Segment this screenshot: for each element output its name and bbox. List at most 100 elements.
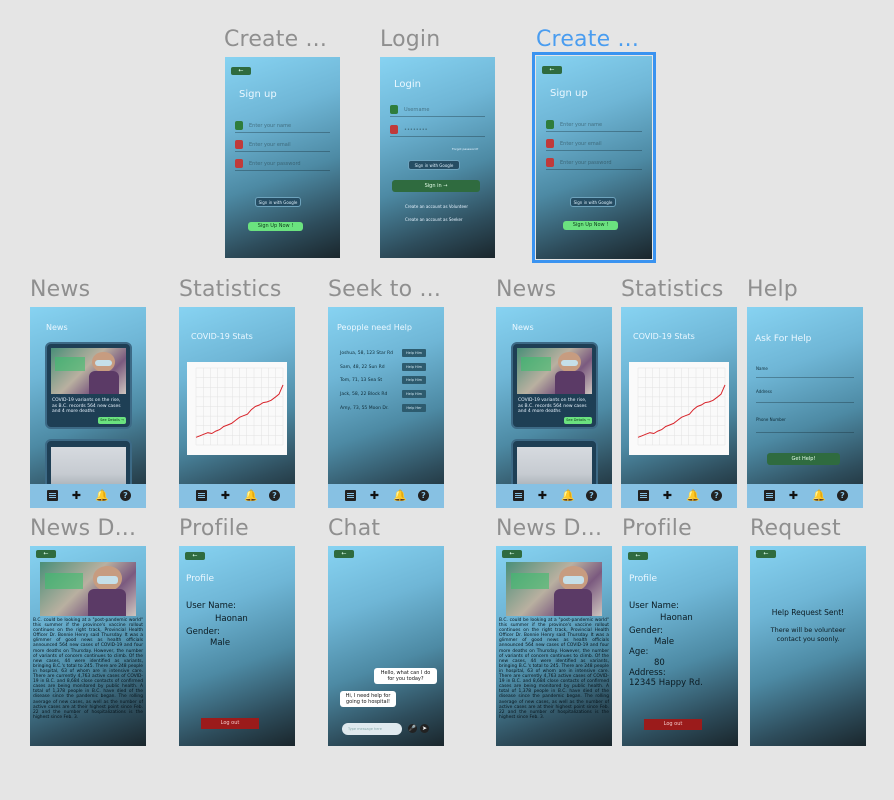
bell-icon[interactable]: 🔔 bbox=[244, 490, 258, 501]
frame-title-login[interactable]: Login bbox=[380, 27, 440, 52]
statistics-frame-1[interactable]: COVID-19 Stats ✚ 🔔 ? bbox=[179, 307, 295, 508]
back-button[interactable]: ← bbox=[185, 552, 205, 560]
news-card[interactable]: COVID-19 variants on the rise, as B.C. r… bbox=[45, 342, 132, 429]
back-button[interactable]: ← bbox=[756, 550, 776, 558]
help-icon[interactable]: ? bbox=[711, 490, 722, 501]
chat-frame[interactable]: ← Hello, what can I do for you today? Hi… bbox=[328, 546, 444, 746]
signup-frame-2[interactable]: ← Sign up Enter your name Enter your ema… bbox=[532, 52, 656, 263]
frame-title-create-1[interactable]: Create ... bbox=[224, 27, 327, 52]
frame-title-profile-1[interactable]: Profile bbox=[179, 516, 249, 541]
back-button[interactable]: ← bbox=[502, 550, 522, 558]
name-field[interactable]: Enter your name bbox=[546, 120, 642, 132]
frame-title-news-detail-2[interactable]: News D... bbox=[496, 516, 602, 541]
microphone-icon[interactable]: 🎤 bbox=[408, 724, 417, 733]
frame-title-news-2[interactable]: News bbox=[496, 277, 556, 302]
news-detail-frame-2[interactable]: ← B.C. could be looking at a "post-pande… bbox=[496, 546, 612, 746]
back-button[interactable]: ← bbox=[542, 66, 562, 74]
bell-icon[interactable]: 🔔 bbox=[95, 490, 109, 501]
frame-title-chat[interactable]: Chat bbox=[328, 516, 380, 541]
request-frame[interactable]: ← Help Request Sent! There will be volun… bbox=[750, 546, 866, 746]
news-icon[interactable] bbox=[764, 490, 775, 501]
news-frame-1[interactable]: News COVID-19 variants on the rise, as B… bbox=[30, 307, 146, 508]
news-card[interactable]: COVID-19 variants on the rise, as B.C. r… bbox=[511, 342, 598, 429]
signin-button[interactable]: Sign in → bbox=[392, 180, 480, 192]
frame-title-statistics-1[interactable]: Statistics bbox=[179, 277, 282, 302]
help-icon[interactable]: ? bbox=[120, 490, 131, 501]
name-input[interactable] bbox=[756, 377, 854, 378]
back-button[interactable]: ← bbox=[36, 550, 56, 558]
news-icon[interactable] bbox=[513, 490, 524, 501]
hospital-plus-icon[interactable]: ✚ bbox=[537, 490, 548, 501]
news-icon[interactable] bbox=[638, 490, 649, 501]
message-input[interactable]: Type message here bbox=[342, 723, 402, 735]
bell-icon[interactable]: 🔔 bbox=[393, 490, 407, 501]
password-field[interactable]: Enter your password bbox=[546, 158, 642, 170]
volunteer-link[interactable]: Create an account as Volunteer bbox=[405, 204, 468, 209]
help-icon[interactable]: ? bbox=[586, 490, 597, 501]
help-icon[interactable]: ? bbox=[418, 490, 429, 501]
seeker-link[interactable]: Create an account as Seeker bbox=[405, 217, 463, 222]
hospital-plus-icon[interactable]: ✚ bbox=[788, 490, 799, 501]
google-signin-button[interactable]: Sign in with Google bbox=[255, 197, 301, 207]
statistics-frame-2[interactable]: COVID-19 Stats ✚ 🔔 ? bbox=[621, 307, 737, 508]
hospital-plus-icon[interactable]: ✚ bbox=[220, 490, 231, 501]
tab-bar: ✚ 🔔 ? bbox=[328, 484, 444, 508]
news-icon[interactable] bbox=[345, 490, 356, 501]
phone-input[interactable] bbox=[756, 432, 854, 433]
frame-title-seek[interactable]: Seek to ... bbox=[328, 277, 441, 302]
bell-icon[interactable]: 🔔 bbox=[686, 490, 700, 501]
frame-title-news-1[interactable]: News bbox=[30, 277, 90, 302]
name-field[interactable]: Enter your name bbox=[235, 121, 330, 133]
frame-title-news-detail-1[interactable]: News D... bbox=[30, 516, 136, 541]
google-signin-button[interactable]: Sign in with Google bbox=[408, 160, 460, 170]
forgot-password-link[interactable]: Forgot password? bbox=[452, 147, 478, 151]
help-button[interactable]: Help Him bbox=[402, 390, 426, 398]
hospital-plus-icon[interactable]: ✚ bbox=[662, 490, 673, 501]
help-button[interactable]: Help Him bbox=[402, 363, 426, 371]
news-frame-2[interactable]: News COVID-19 variants on the rise, as B… bbox=[496, 307, 612, 508]
email-field[interactable]: Enter your email bbox=[235, 140, 330, 152]
help-button[interactable]: Help Him bbox=[402, 376, 426, 384]
frame-title-help[interactable]: Help bbox=[747, 277, 798, 302]
logout-button[interactable]: Log out bbox=[644, 719, 702, 730]
help-frame[interactable]: Ask For Help Name Address Phone Number G… bbox=[747, 307, 863, 508]
help-icon[interactable]: ? bbox=[269, 490, 280, 501]
see-details-button[interactable]: See Details → bbox=[98, 417, 126, 424]
help-button[interactable]: Help Him bbox=[402, 349, 426, 357]
signup-button[interactable]: Sign Up Now ! bbox=[248, 222, 303, 231]
google-signin-button[interactable]: Sign in with Google bbox=[570, 197, 616, 207]
help-icon[interactable]: ? bbox=[837, 490, 848, 501]
news-icon[interactable] bbox=[47, 490, 58, 501]
hospital-plus-icon[interactable]: ✚ bbox=[369, 490, 380, 501]
seek-frame[interactable]: Peopple need Help Joshua, 58, 123 Star R… bbox=[328, 307, 444, 508]
profile-heading: Profile bbox=[186, 574, 214, 584]
back-button[interactable]: ← bbox=[628, 552, 648, 560]
profile-frame-2[interactable]: ← Profile User Name: Haonan Gender: Male… bbox=[622, 546, 738, 746]
password-field[interactable]: Enter your password bbox=[235, 159, 330, 171]
profile-frame-1[interactable]: ← Profile User Name: Haonan Gender: Male… bbox=[179, 546, 295, 746]
news-detail-frame-1[interactable]: ← B.C. could be looking at a "post-pande… bbox=[30, 546, 146, 746]
bell-icon[interactable]: 🔔 bbox=[812, 490, 826, 501]
hospital-plus-icon[interactable]: ✚ bbox=[71, 490, 82, 501]
back-button[interactable]: ← bbox=[334, 550, 354, 558]
bell-icon[interactable]: 🔔 bbox=[561, 490, 575, 501]
address-input[interactable] bbox=[756, 402, 854, 403]
frame-title-profile-2[interactable]: Profile bbox=[622, 516, 692, 541]
login-frame[interactable]: Login Username •••••••• Forgot password?… bbox=[380, 57, 495, 258]
signup-button[interactable]: Sign Up Now ! bbox=[563, 221, 618, 230]
signup-frame-1[interactable]: ← Sign up Enter your name Enter your ema… bbox=[225, 57, 340, 258]
frame-title-request[interactable]: Request bbox=[750, 516, 841, 541]
help-button[interactable]: Help Her bbox=[402, 404, 426, 412]
email-field[interactable]: Enter your email bbox=[546, 139, 642, 151]
username-field[interactable]: Username bbox=[390, 105, 485, 117]
news-icon[interactable] bbox=[196, 490, 207, 501]
news-photo bbox=[51, 348, 126, 394]
get-help-button[interactable]: Get Help! bbox=[767, 453, 840, 465]
frame-title-create-2[interactable]: Create ... bbox=[536, 27, 639, 52]
send-icon[interactable]: ➤ bbox=[420, 724, 429, 733]
frame-title-statistics-2[interactable]: Statistics bbox=[621, 277, 724, 302]
password-field[interactable]: •••••••• bbox=[390, 125, 485, 137]
logout-button[interactable]: Log out bbox=[201, 718, 259, 729]
see-details-button[interactable]: See Details → bbox=[564, 417, 592, 424]
back-button[interactable]: ← bbox=[231, 67, 251, 75]
